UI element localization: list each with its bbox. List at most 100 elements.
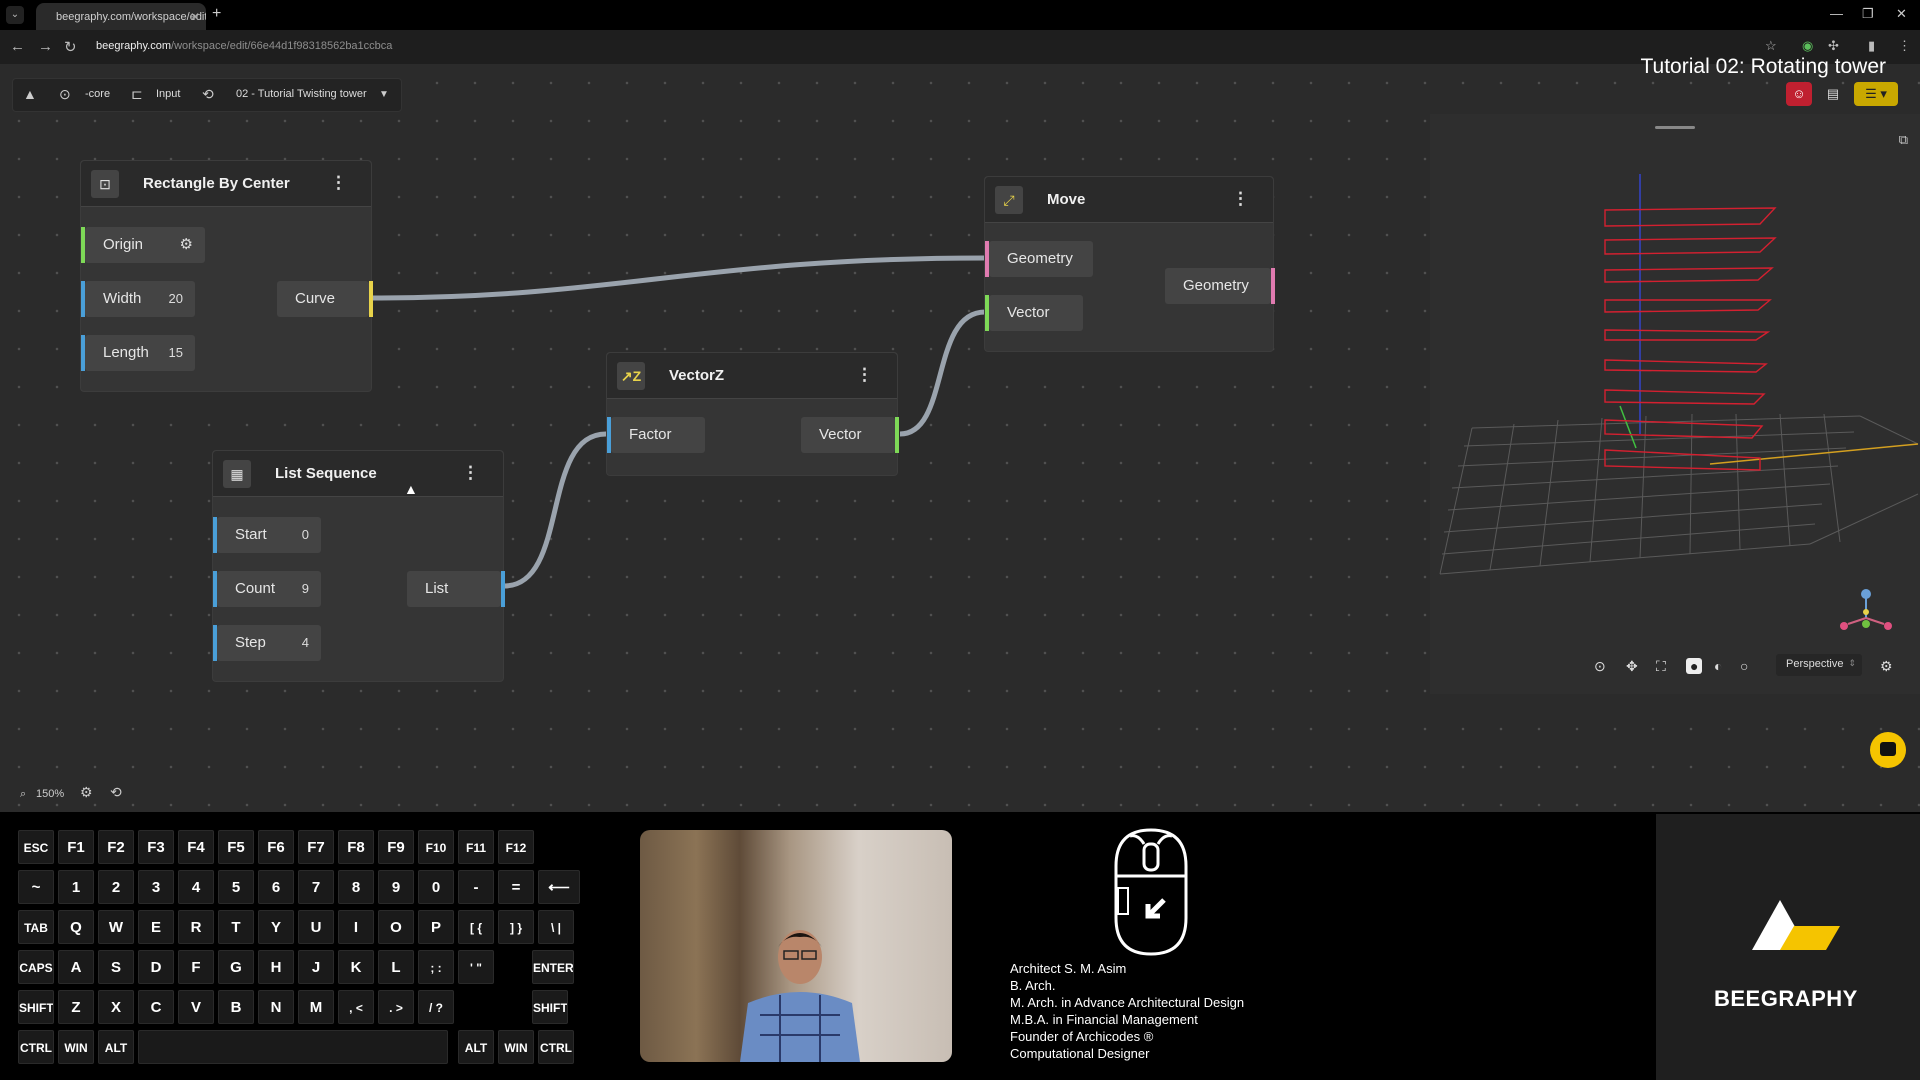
sliders-icon[interactable]: ⚙	[180, 227, 193, 263]
node-menu-icon[interactable]: ⋮	[856, 365, 873, 385]
3d-viewport[interactable]: ⧉ ⊙ ✥ ⛶ ● ◐ ○ Perspective ⇕ ⚙	[1430, 114, 1920, 694]
chat-support-button[interactable]	[1870, 732, 1906, 768]
key: F2	[98, 830, 134, 864]
beegraphy-logo-icon[interactable]: ▲	[23, 86, 37, 102]
input-port-vector[interactable]: Vector	[989, 295, 1083, 331]
node-list-sequence[interactable]: ▦ List Sequence ⋮ Start 0 Count 9 Step 4…	[212, 450, 505, 682]
viewport-settings-icon[interactable]: ⚙	[1880, 658, 1893, 675]
zoom-icon[interactable]: ⌕	[20, 788, 26, 801]
ground-grid	[1439, 413, 1919, 575]
key: SHIFT	[18, 990, 54, 1024]
comments-icon[interactable]: ▤	[1820, 82, 1846, 106]
key: V	[178, 990, 214, 1024]
node-vectorz[interactable]: ↗Z VectorZ ⋮ Factor Vector	[606, 352, 899, 476]
key: W	[98, 910, 134, 944]
core-library-label[interactable]: -core	[85, 88, 110, 100]
node-menu-icon[interactable]: ⋮	[462, 463, 479, 483]
key: F10	[418, 830, 454, 864]
key: -	[458, 870, 494, 904]
record-user-icon[interactable]: ☺	[1786, 82, 1812, 106]
settings-dropdown-icon[interactable]: ☰ ▾	[1854, 82, 1898, 106]
node-menu-icon[interactable]: ⋮	[1232, 189, 1249, 209]
port-label: Width	[103, 290, 142, 307]
key: F1	[58, 830, 94, 864]
core-library-icon[interactable]: ⊙	[59, 86, 71, 103]
input-label[interactable]: Input	[156, 88, 180, 100]
node-header[interactable]: ▦ List Sequence ⋮	[213, 451, 503, 497]
output-port-curve[interactable]: Curve	[277, 281, 369, 317]
projection-value: Perspective	[1786, 658, 1844, 670]
credit-line: B. Arch.	[1010, 978, 1056, 993]
node-header[interactable]: ⊡ Rectangle By Center ⋮	[81, 161, 371, 207]
port-value[interactable]: 4	[302, 625, 309, 661]
wire-list-to-factor	[503, 431, 607, 589]
input-port-geometry[interactable]: Geometry	[989, 241, 1093, 277]
node-rectangle-by-center[interactable]: ⊡ Rectangle By Center ⋮ Origin ⚙ Width 2…	[80, 160, 373, 392]
input-port-factor[interactable]: Factor	[611, 417, 705, 453]
key: [ {	[458, 910, 494, 944]
key: F9	[378, 830, 414, 864]
key: R	[178, 910, 214, 944]
projection-select[interactable]: Perspective ⇕	[1776, 654, 1862, 676]
chevron-down-icon[interactable]: ▼	[379, 89, 389, 100]
output-port-vector[interactable]: Vector	[801, 417, 895, 453]
list-sequence-icon: ▦	[223, 460, 251, 488]
canvas-settings-icon[interactable]: ⚙	[80, 784, 93, 801]
orbit-icon[interactable]: ✥	[1626, 658, 1638, 675]
input-port-count[interactable]: Count 9	[217, 571, 321, 607]
input-port-length[interactable]: Length 15	[85, 335, 195, 371]
shaded-mode-icon[interactable]: ●	[1686, 658, 1703, 674]
credit-line: M.B.A. in Financial Management	[1010, 1012, 1198, 1027]
key: Z	[58, 990, 94, 1024]
output-port-geometry[interactable]: Geometry	[1165, 268, 1271, 304]
key: 8	[338, 870, 374, 904]
key: 9	[378, 870, 414, 904]
canvas-tool-icon[interactable]: ⟲	[110, 784, 122, 801]
port-value[interactable]: 9	[302, 571, 309, 607]
input-port-origin[interactable]: Origin ⚙	[85, 227, 205, 263]
key: I	[338, 910, 374, 944]
project-selector[interactable]: 02 - Tutorial Twisting tower	[236, 88, 367, 100]
key: ⟵	[538, 870, 580, 904]
key: N	[258, 990, 294, 1024]
port-label: Factor	[629, 426, 672, 443]
webcam-feed	[640, 830, 952, 1062]
input-port-start[interactable]: Start 0	[217, 517, 321, 553]
material-mode-icon[interactable]: ◐	[1714, 658, 1722, 674]
port-value[interactable]: 15	[169, 335, 183, 371]
input-icon[interactable]: ⊏	[131, 86, 143, 103]
key: F8	[338, 830, 374, 864]
key: F5	[218, 830, 254, 864]
node-title: Rectangle By Center	[143, 175, 290, 192]
credit-line: Computational Designer	[1010, 1046, 1150, 1061]
input-port-step[interactable]: Step 4	[217, 625, 321, 661]
key: WIN	[498, 1030, 534, 1064]
camera-icon[interactable]: ⊙	[1594, 658, 1606, 675]
key: Q	[58, 910, 94, 944]
node-header[interactable]: ↗Z VectorZ ⋮	[607, 353, 897, 399]
zoom-level[interactable]: 150%	[36, 788, 64, 800]
key: S	[98, 950, 134, 984]
port-label: List	[425, 580, 449, 597]
node-move[interactable]: ⤢ Move ⋮ Geometry Vector Geometry	[984, 176, 1275, 352]
move-icon: ⤢	[995, 186, 1023, 214]
x-axis	[1709, 443, 1919, 465]
fullscreen-icon[interactable]: ⛶	[1656, 658, 1666, 675]
output-port-list[interactable]: List	[407, 571, 501, 607]
key: \ |	[538, 910, 574, 944]
project-icon[interactable]: ⟲	[202, 86, 214, 103]
key: 1	[58, 870, 94, 904]
presenter-credits: Architect S. M. Asim B. Arch. M. Arch. i…	[1010, 960, 1244, 1062]
wireframe-mode-icon[interactable]: ○	[1740, 658, 1748, 674]
port-value[interactable]: 0	[302, 517, 309, 553]
port-value[interactable]: 20	[169, 281, 183, 317]
node-menu-icon[interactable]: ⋮	[330, 173, 347, 193]
port-label: Origin	[103, 236, 144, 253]
key: ~	[18, 870, 54, 904]
key: SHIFT	[532, 990, 568, 1024]
key: CAPS	[18, 950, 54, 984]
input-port-width[interactable]: Width 20	[85, 281, 195, 317]
key: O	[378, 910, 414, 944]
key: C	[138, 990, 174, 1024]
node-header[interactable]: ⤢ Move ⋮	[985, 177, 1273, 223]
